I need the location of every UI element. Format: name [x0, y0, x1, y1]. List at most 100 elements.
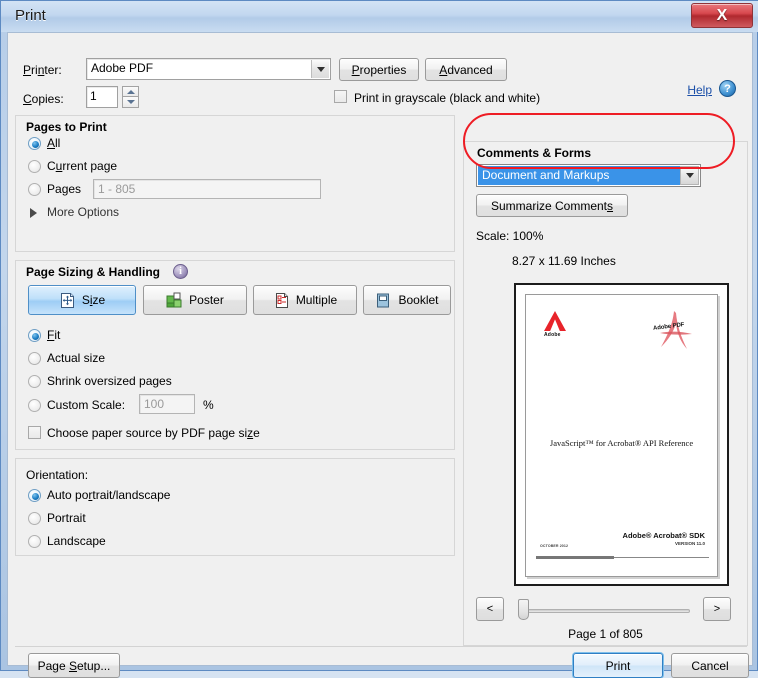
- pages-range-input[interactable]: 1 - 805: [93, 179, 321, 199]
- size-mode-button[interactable]: Size: [28, 285, 136, 315]
- pages-to-print-title: Pages to Print: [26, 120, 107, 134]
- custom-scale-input[interactable]: 100: [139, 394, 195, 414]
- more-options-toggle[interactable]: More Options: [47, 205, 119, 219]
- properties-button-label: Properties: [351, 62, 407, 77]
- radio-auto-orientation[interactable]: [28, 489, 41, 502]
- help-link[interactable]: Help: [687, 83, 712, 97]
- radio-current-page[interactable]: [28, 160, 41, 173]
- info-icon[interactable]: i: [173, 264, 188, 279]
- chevron-down-icon: [680, 166, 699, 185]
- print-button-label: Print: [605, 658, 631, 673]
- triangle-right-icon[interactable]: [30, 208, 37, 218]
- caret-down-icon[interactable]: [122, 97, 139, 108]
- radio-actual-size-label: Actual size: [47, 351, 106, 365]
- adobe-logo-text: Adobe: [544, 332, 561, 338]
- paper-source-label: Choose paper source by PDF page size: [47, 426, 260, 440]
- printer-select[interactable]: Adobe PDF: [86, 58, 331, 80]
- radio-pages-range[interactable]: [28, 183, 41, 196]
- radio-current-page-label: Current page: [47, 159, 118, 173]
- page-setup-label: Page Setup...: [37, 658, 111, 673]
- percent-label: %: [203, 398, 214, 412]
- pages-range-placeholder: 1 - 805: [98, 182, 136, 196]
- cancel-button-label: Cancel: [691, 658, 729, 673]
- print-button[interactable]: Print: [573, 653, 663, 678]
- question-mark-icon[interactable]: ?: [719, 80, 736, 97]
- radio-portrait-label: Portrait: [47, 511, 86, 525]
- page-setup-button[interactable]: Page Setup...: [28, 653, 120, 678]
- booklet-mode-button[interactable]: Booklet: [363, 285, 451, 315]
- page-slider-thumb[interactable]: [518, 599, 529, 620]
- custom-scale-value: 100: [144, 397, 165, 411]
- page-preview-content: Adobe Adobe PDF JavaScript™ for Acrobat®…: [525, 294, 718, 577]
- radio-landscape-label: Landscape: [47, 534, 106, 548]
- booklet-icon: [375, 292, 392, 309]
- radio-pages-range-label: Pages: [47, 182, 82, 196]
- dialog-client-area: Printer: Adobe PDF Properties Advanced H…: [7, 32, 753, 678]
- poster-tiles-icon: [166, 292, 183, 309]
- paper-source-checkbox[interactable]: [28, 426, 41, 439]
- radio-auto-orientation-label: Auto portrait/landscape: [47, 488, 171, 502]
- dimensions-label: 8.27 x 11.69 Inches: [512, 254, 616, 268]
- info-icon-label: i: [179, 266, 182, 277]
- radio-pages-all-label: All: [47, 136, 61, 150]
- poster-mode-button[interactable]: Poster: [143, 285, 247, 315]
- copies-stepper[interactable]: [122, 86, 139, 108]
- radio-actual-size[interactable]: [28, 352, 41, 365]
- radio-shrink-oversized-label: Shrink oversized pages: [47, 374, 172, 388]
- orientation-title: Orientation:: [26, 468, 89, 482]
- properties-button[interactable]: Properties: [339, 58, 419, 81]
- comments-forms-select-value: Document and Markups: [478, 166, 680, 185]
- chevron-down-icon: [311, 60, 329, 78]
- document-divider-accent: [536, 556, 614, 559]
- multiple-mode-label: Multiple: [295, 293, 338, 307]
- radio-custom-scale-label: Custom Scale:: [47, 398, 126, 412]
- radio-fit-label: Fit: [47, 328, 61, 342]
- printer-label: Printer:: [23, 63, 62, 77]
- radio-shrink-oversized[interactable]: [28, 375, 41, 388]
- adobe-pdf-badge-icon: Adobe PDF: [647, 307, 701, 357]
- comments-forms-select[interactable]: Document and Markups: [476, 164, 701, 187]
- radio-landscape[interactable]: [28, 535, 41, 548]
- scale-label: Scale: 100%: [476, 229, 544, 243]
- window-title: Print: [15, 7, 46, 24]
- footer-divider: [15, 646, 747, 647]
- printer-select-value: Adobe PDF: [91, 61, 154, 75]
- document-title-text: JavaScript™ for Acrobat® API Reference: [549, 438, 694, 448]
- comments-forms-title: Comments & Forms: [477, 146, 592, 160]
- summarize-comments-button[interactable]: Summarize Comments: [476, 194, 628, 217]
- advanced-button[interactable]: Advanced: [425, 58, 507, 81]
- chevron-left-icon: <: [486, 603, 494, 615]
- grayscale-label: Print in grayscale (black and white): [354, 91, 541, 105]
- advanced-button-label: Advanced: [439, 62, 493, 77]
- booklet-mode-label: Booklet: [398, 293, 439, 307]
- radio-custom-scale[interactable]: [28, 399, 41, 412]
- page-slider-track[interactable]: [523, 609, 690, 613]
- document-date-text: OCTOBER 2012: [540, 544, 569, 548]
- radio-pages-all[interactable]: [28, 137, 41, 150]
- page-preview[interactable]: Adobe Adobe PDF JavaScript™ for Acrobat®…: [514, 283, 729, 586]
- close-icon: X: [716, 6, 728, 24]
- multiple-mode-button[interactable]: Multiple: [253, 285, 357, 315]
- caret-up-icon[interactable]: [122, 86, 139, 97]
- cancel-button[interactable]: Cancel: [671, 653, 749, 678]
- grayscale-checkbox[interactable]: [334, 90, 347, 103]
- page-sizing-title: Page Sizing & Handling: [26, 265, 161, 279]
- titlebar: Print X: [1, 1, 758, 32]
- copies-input[interactable]: 1: [86, 86, 118, 108]
- multiple-pages-icon: [273, 292, 290, 309]
- poster-mode-label: Poster: [189, 293, 224, 307]
- resize-page-icon: [59, 292, 76, 309]
- size-mode-label: Size: [81, 293, 106, 307]
- radio-fit[interactable]: [28, 329, 41, 342]
- page-info-label: Page 1 of 805: [568, 627, 643, 641]
- adobe-logo-icon: Adobe: [544, 311, 570, 338]
- summarize-comments-label: Summarize Comments: [490, 198, 614, 213]
- chevron-right-icon: >: [713, 603, 721, 615]
- print-dialog-window: Print X Printer: Adobe PDF Properties Ad…: [0, 0, 758, 678]
- close-button[interactable]: X: [691, 3, 753, 28]
- prev-page-button[interactable]: <: [476, 597, 504, 621]
- next-page-button[interactable]: >: [703, 597, 731, 621]
- radio-portrait[interactable]: [28, 512, 41, 525]
- copies-label: Copies:: [23, 92, 64, 106]
- document-version-text: VERSION 11.0: [674, 541, 705, 546]
